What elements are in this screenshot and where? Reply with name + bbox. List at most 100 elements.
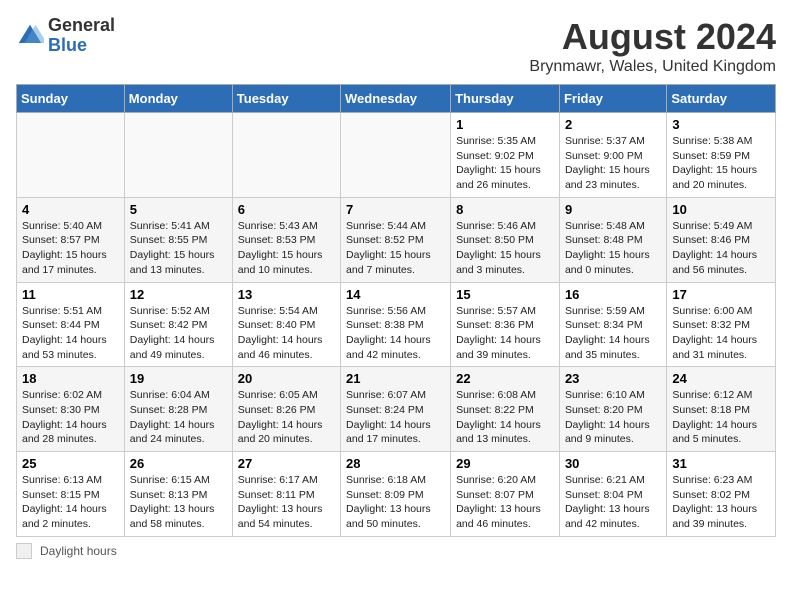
day-info: Sunrise: 6:21 AM Sunset: 8:04 PM Dayligh… bbox=[565, 473, 661, 532]
day-info: Sunrise: 6:02 AM Sunset: 8:30 PM Dayligh… bbox=[22, 388, 119, 447]
logo: General Blue bbox=[16, 16, 115, 56]
calendar-cell: 13 Sunrise: 5:54 AM Sunset: 8:40 PM Dayli… bbox=[232, 282, 340, 367]
day-number: 5 bbox=[130, 202, 227, 217]
calendar-cell bbox=[341, 113, 451, 198]
calendar-week-row: 11Sunrise: 5:51 AM Sunset: 8:44 PM Dayli… bbox=[17, 282, 776, 367]
calendar-cell bbox=[232, 113, 340, 198]
day-info: Sunrise: 5:56 AM Sunset: 8:38 PM Dayligh… bbox=[346, 304, 445, 363]
day-info: Sunrise: 6:08 AM Sunset: 8:22 PM Dayligh… bbox=[456, 388, 554, 447]
day-number: 8 bbox=[456, 202, 554, 217]
day-number: 1 bbox=[456, 117, 554, 132]
day-number: 23 bbox=[565, 371, 661, 386]
day-info: Sunrise: 6:10 AM Sunset: 8:20 PM Dayligh… bbox=[565, 388, 661, 447]
day-number: 13 bbox=[238, 287, 335, 302]
day-number: 31 bbox=[672, 456, 770, 471]
calendar-header-thursday: Thursday bbox=[451, 85, 560, 113]
day-number: 25 bbox=[22, 456, 119, 471]
calendar-cell bbox=[124, 113, 232, 198]
calendar-cell: 28 Sunrise: 6:18 AM Sunset: 8:09 PM Dayli… bbox=[341, 452, 451, 537]
day-info: Sunrise: 6:07 AM Sunset: 8:24 PM Dayligh… bbox=[346, 388, 445, 447]
month-year-title: August 2024 bbox=[529, 16, 776, 58]
day-info: Sunrise: 5:44 AM Sunset: 8:52 PM Dayligh… bbox=[346, 219, 445, 278]
calendar-cell: 12 Sunrise: 5:52 AM Sunset: 8:42 PM Dayli… bbox=[124, 282, 232, 367]
calendar-cell: 4 Sunrise: 5:40 AM Sunset: 8:57 PM Daylig… bbox=[17, 197, 125, 282]
day-info: Sunrise: 5:51 AM Sunset: 8:44 PM Dayligh… bbox=[22, 304, 119, 363]
day-number: 16 bbox=[565, 287, 661, 302]
calendar-cell: 15Sunrise: 5:57 AM Sunset: 8:36 PM Dayli… bbox=[451, 282, 560, 367]
calendar-cell: 29 Sunrise: 6:20 AM Sunset: 8:07 PM Dayli… bbox=[451, 452, 560, 537]
logo-general-text: General bbox=[48, 16, 115, 36]
day-number: 12 bbox=[130, 287, 227, 302]
calendar-cell: 5 Sunrise: 5:41 AM Sunset: 8:55 PM Daylig… bbox=[124, 197, 232, 282]
calendar-table: SundayMondayTuesdayWednesdayThursdayFrid… bbox=[16, 84, 776, 537]
day-number: 20 bbox=[238, 371, 335, 386]
calendar-cell: 2Sunrise: 5:37 AM Sunset: 9:00 PM Daylig… bbox=[559, 113, 666, 198]
day-info: Sunrise: 5:40 AM Sunset: 8:57 PM Dayligh… bbox=[22, 219, 119, 278]
day-number: 9 bbox=[565, 202, 661, 217]
day-number: 19 bbox=[130, 371, 227, 386]
day-info: Sunrise: 6:00 AM Sunset: 8:32 PM Dayligh… bbox=[672, 304, 770, 363]
day-info: Sunrise: 6:13 AM Sunset: 8:15 PM Dayligh… bbox=[22, 473, 119, 532]
day-info: Sunrise: 5:35 AM Sunset: 9:02 PM Dayligh… bbox=[456, 134, 554, 193]
calendar-cell: 14 Sunrise: 5:56 AM Sunset: 8:38 PM Dayli… bbox=[341, 282, 451, 367]
day-info: Sunrise: 5:52 AM Sunset: 8:42 PM Dayligh… bbox=[130, 304, 227, 363]
day-number: 26 bbox=[130, 456, 227, 471]
day-info: Sunrise: 5:43 AM Sunset: 8:53 PM Dayligh… bbox=[238, 219, 335, 278]
calendar-cell: 20 Sunrise: 6:05 AM Sunset: 8:26 PM Dayli… bbox=[232, 367, 340, 452]
calendar-cell: 3Sunrise: 5:38 AM Sunset: 8:59 PM Daylig… bbox=[667, 113, 776, 198]
calendar-cell: 31 Sunrise: 6:23 AM Sunset: 8:02 PM Dayli… bbox=[667, 452, 776, 537]
legend-label: Daylight hours bbox=[40, 544, 117, 558]
day-info: Sunrise: 6:05 AM Sunset: 8:26 PM Dayligh… bbox=[238, 388, 335, 447]
calendar-cell: 30Sunrise: 6:21 AM Sunset: 8:04 PM Dayli… bbox=[559, 452, 666, 537]
calendar-week-row: 25 Sunrise: 6:13 AM Sunset: 8:15 PM Dayli… bbox=[17, 452, 776, 537]
calendar-cell: 24 Sunrise: 6:12 AM Sunset: 8:18 PM Dayli… bbox=[667, 367, 776, 452]
calendar-cell: 26Sunrise: 6:15 AM Sunset: 8:13 PM Dayli… bbox=[124, 452, 232, 537]
day-info: Sunrise: 5:41 AM Sunset: 8:55 PM Dayligh… bbox=[130, 219, 227, 278]
day-info: Sunrise: 5:59 AM Sunset: 8:34 PM Dayligh… bbox=[565, 304, 661, 363]
calendar-header-monday: Monday bbox=[124, 85, 232, 113]
day-number: 21 bbox=[346, 371, 445, 386]
calendar-cell: 18Sunrise: 6:02 AM Sunset: 8:30 PM Dayli… bbox=[17, 367, 125, 452]
calendar-cell: 17Sunrise: 6:00 AM Sunset: 8:32 PM Dayli… bbox=[667, 282, 776, 367]
calendar-cell: 27 Sunrise: 6:17 AM Sunset: 8:11 PM Dayli… bbox=[232, 452, 340, 537]
calendar-cell: 9 Sunrise: 5:48 AM Sunset: 8:48 PM Daylig… bbox=[559, 197, 666, 282]
calendar-cell: 23 Sunrise: 6:10 AM Sunset: 8:20 PM Dayli… bbox=[559, 367, 666, 452]
day-info: Sunrise: 5:57 AM Sunset: 8:36 PM Dayligh… bbox=[456, 304, 554, 363]
calendar-header-saturday: Saturday bbox=[667, 85, 776, 113]
calendar-header-friday: Friday bbox=[559, 85, 666, 113]
day-info: Sunrise: 6:17 AM Sunset: 8:11 PM Dayligh… bbox=[238, 473, 335, 532]
day-info: Sunrise: 5:54 AM Sunset: 8:40 PM Dayligh… bbox=[238, 304, 335, 363]
day-info: Sunrise: 6:20 AM Sunset: 8:07 PM Dayligh… bbox=[456, 473, 554, 532]
day-number: 22 bbox=[456, 371, 554, 386]
day-info: Sunrise: 5:48 AM Sunset: 8:48 PM Dayligh… bbox=[565, 219, 661, 278]
calendar-header-sunday: Sunday bbox=[17, 85, 125, 113]
calendar-cell: 21 Sunrise: 6:07 AM Sunset: 8:24 PM Dayli… bbox=[341, 367, 451, 452]
day-number: 27 bbox=[238, 456, 335, 471]
day-number: 24 bbox=[672, 371, 770, 386]
day-info: Sunrise: 6:04 AM Sunset: 8:28 PM Dayligh… bbox=[130, 388, 227, 447]
calendar-header-wednesday: Wednesday bbox=[341, 85, 451, 113]
day-number: 28 bbox=[346, 456, 445, 471]
header: General Blue August 2024 Brynmawr, Wales… bbox=[16, 16, 776, 76]
day-number: 4 bbox=[22, 202, 119, 217]
day-info: Sunrise: 6:23 AM Sunset: 8:02 PM Dayligh… bbox=[672, 473, 770, 532]
legend-box bbox=[16, 543, 32, 559]
day-number: 3 bbox=[672, 117, 770, 132]
day-number: 29 bbox=[456, 456, 554, 471]
day-info: Sunrise: 6:12 AM Sunset: 8:18 PM Dayligh… bbox=[672, 388, 770, 447]
day-number: 6 bbox=[238, 202, 335, 217]
title-area: August 2024 Brynmawr, Wales, United King… bbox=[529, 16, 776, 76]
day-number: 10 bbox=[672, 202, 770, 217]
calendar-week-row: 1 Sunrise: 5:35 AM Sunset: 9:02 PM Daylig… bbox=[17, 113, 776, 198]
day-info: Sunrise: 5:46 AM Sunset: 8:50 PM Dayligh… bbox=[456, 219, 554, 278]
footer: Daylight hours bbox=[16, 543, 776, 559]
calendar-cell: 19 Sunrise: 6:04 AM Sunset: 8:28 PM Dayli… bbox=[124, 367, 232, 452]
logo-blue-text: Blue bbox=[48, 36, 115, 56]
calendar-cell: 25 Sunrise: 6:13 AM Sunset: 8:15 PM Dayli… bbox=[17, 452, 125, 537]
calendar-header-tuesday: Tuesday bbox=[232, 85, 340, 113]
day-info: Sunrise: 6:18 AM Sunset: 8:09 PM Dayligh… bbox=[346, 473, 445, 532]
calendar-cell: 7Sunrise: 5:44 AM Sunset: 8:52 PM Daylig… bbox=[341, 197, 451, 282]
calendar-cell bbox=[17, 113, 125, 198]
day-number: 14 bbox=[346, 287, 445, 302]
day-info: Sunrise: 5:37 AM Sunset: 9:00 PM Dayligh… bbox=[565, 134, 661, 193]
